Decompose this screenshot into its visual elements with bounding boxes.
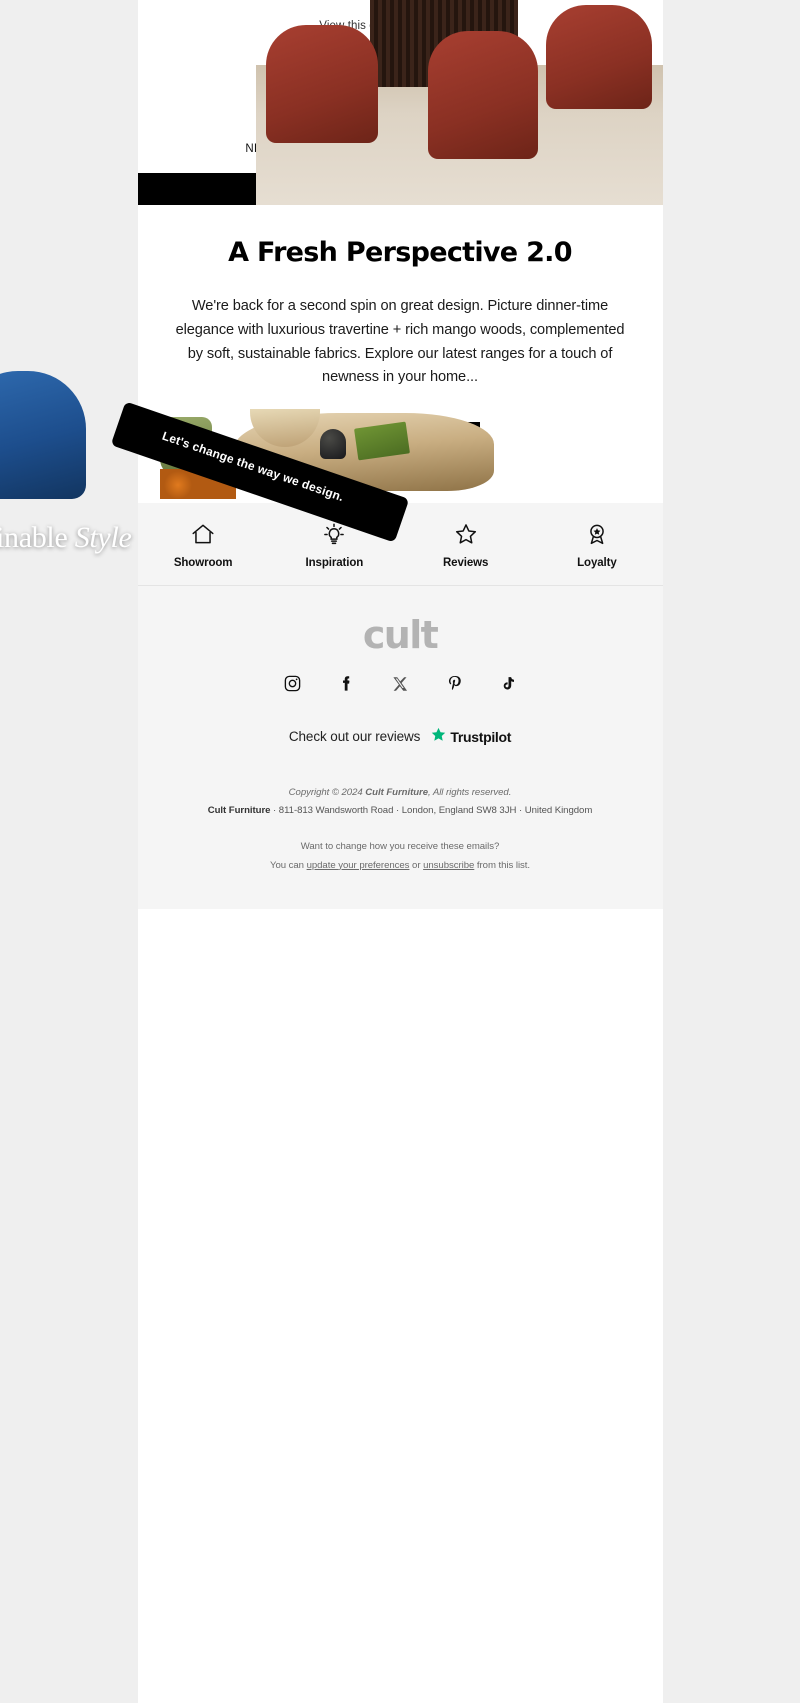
main-copy: A Fresh Perspective 2.0 We're back for a… xyxy=(137,204,663,390)
main-body-text: We're back for a second spin on great de… xyxy=(175,298,625,386)
preferences-question: Want to change how you receive these ema… xyxy=(300,841,500,853)
quick-link-label: Showroom xyxy=(173,556,233,569)
copyright-brand: Cult Furniture xyxy=(365,786,428,798)
preferences-suffix: from this list. xyxy=(474,859,531,871)
email-viewport: View this email in your browser cult NEW… xyxy=(0,0,800,1703)
reviews-row: Check out our reviews Trustpilot xyxy=(162,726,639,748)
update-preferences-link[interactable]: update your preferences xyxy=(307,860,410,871)
preferences-prefix: You can xyxy=(269,859,307,871)
address-rest: · 811-813 Wandsworth Road · London, Engl… xyxy=(270,805,593,817)
trustpilot-star-icon xyxy=(430,726,447,748)
preferences-actions: You can update your preferences or unsub… xyxy=(162,857,639,875)
copyright-suffix: , All rights reserved. xyxy=(428,786,512,798)
main-heading: A Fresh Perspective 2.0 xyxy=(228,236,572,268)
pinterest-icon[interactable] xyxy=(442,672,466,696)
preferences-block: Want to change how you receive these ema… xyxy=(162,838,639,874)
quick-link-label: Reviews xyxy=(442,556,489,569)
quick-link-label: Loyalty xyxy=(577,556,617,569)
instagram-icon[interactable] xyxy=(280,672,304,696)
address-line: Cult Furniture · 811-813 Wandsworth Road… xyxy=(162,802,639,820)
tiktok-icon[interactable] xyxy=(496,672,520,696)
home-icon xyxy=(138,521,269,549)
email-body: View this email in your browser cult NEW… xyxy=(0,0,663,1703)
preferences-mid: or xyxy=(409,859,424,871)
award-icon xyxy=(531,521,662,549)
social-links xyxy=(162,672,639,696)
legal-block: Copyright © 2024 Cult Furniture, All rig… xyxy=(162,784,639,875)
facebook-icon[interactable] xyxy=(334,672,358,696)
copyright-line: Copyright © 2024 Cult Furniture, All rig… xyxy=(162,784,639,802)
address-brand: Cult Furniture xyxy=(207,805,271,817)
quick-link-reviews[interactable]: Reviews xyxy=(400,521,531,569)
unsubscribe-link[interactable]: unsubscribe xyxy=(423,860,474,871)
quick-link-label: Inspiration xyxy=(305,556,364,569)
star-icon xyxy=(400,521,531,549)
reviews-text: Check out our reviews xyxy=(288,729,421,745)
quick-link-showroom[interactable]: Showroom xyxy=(138,521,269,569)
trustpilot-name: Trustpilot xyxy=(450,728,512,745)
trustpilot-link[interactable]: Trustpilot xyxy=(430,726,511,748)
footer-cult-logo: cult xyxy=(362,612,439,657)
footer: cult Check out our reviews Trustpilot Co… xyxy=(137,584,663,909)
x-twitter-icon[interactable] xyxy=(388,672,412,696)
copyright-prefix: Copyright © 2024 xyxy=(288,786,366,798)
quick-link-loyalty[interactable]: Loyalty xyxy=(531,521,662,569)
